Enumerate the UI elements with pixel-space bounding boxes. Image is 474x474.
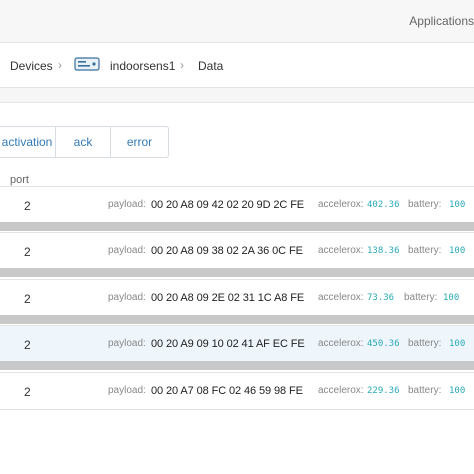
port-column-header: port <box>10 174 29 186</box>
accelerox-value: 138.36 <box>367 246 400 256</box>
breadcrumb-separator: › <box>180 58 184 72</box>
table-row[interactable]: 2 payload: 00 20 A9 09 10 02 41 AF EC FE… <box>0 325 474 363</box>
accelerox-label: accelerox: <box>318 338 364 349</box>
payload-label: payload: <box>108 292 146 303</box>
battery-value: 100 <box>449 339 466 349</box>
payload-value: 00 20 A8 09 2E 02 31 1C A8 FE <box>151 292 305 304</box>
table-row[interactable]: 2 payload: 00 20 A7 08 FC 02 46 59 98 FE… <box>0 372 474 410</box>
payload-label: payload: <box>108 199 146 210</box>
battery-label: battery: <box>408 245 442 256</box>
breadcrumb-data: Data <box>198 59 224 73</box>
payload-label: payload: <box>108 385 146 396</box>
row-separator <box>0 361 474 370</box>
tab-ack[interactable]: ack <box>56 127 111 157</box>
breadcrumb-devices[interactable]: Devices <box>10 59 53 73</box>
battery-value: 100 <box>449 200 466 210</box>
table-row[interactable]: 2 payload: 00 20 A8 09 2E 02 31 1C A8 FE… <box>0 279 474 317</box>
payload-value: 00 20 A8 09 42 02 20 9D 2C FE <box>151 199 305 211</box>
battery-label: battery: <box>408 199 442 210</box>
payload-label: payload: <box>108 245 146 256</box>
port-value: 2 <box>24 338 31 352</box>
breadcrumb-separator: › <box>58 58 62 72</box>
row-separator <box>0 315 474 324</box>
breadcrumb: Devices › indoorsens1 › Data <box>0 43 474 88</box>
payload-value: 00 20 A7 08 FC 02 46 59 98 FE <box>151 385 303 397</box>
port-value: 2 <box>24 245 31 259</box>
battery-label: battery: <box>404 292 438 303</box>
accelerox-label: accelerox: <box>318 199 364 210</box>
battery-label: battery: <box>408 338 442 349</box>
tab-activation[interactable]: activation <box>0 127 56 157</box>
table-row[interactable]: 2 payload: 00 20 A8 09 38 02 2A 36 0C FE… <box>0 232 474 270</box>
device-icon <box>74 57 100 71</box>
accelerox-label: accelerox: <box>318 292 364 303</box>
accelerox-label: accelerox: <box>318 245 364 256</box>
payload-value: 00 20 A8 09 38 02 2A 36 0C FE <box>151 245 303 257</box>
port-value: 2 <box>24 292 31 306</box>
top-nav-bar: Applications <box>0 0 474 43</box>
accelerox-label: accelerox: <box>318 385 364 396</box>
port-value: 2 <box>24 385 31 399</box>
port-value: 2 <box>24 199 31 213</box>
battery-value: 100 <box>449 246 466 256</box>
accelerox-value: 402.36 <box>367 200 400 210</box>
accelerox-value: 73.36 <box>367 293 395 303</box>
table-row[interactable]: 2 payload: 00 20 A8 09 42 02 20 9D 2C FE… <box>0 186 474 224</box>
accelerox-value: 229.36 <box>367 386 400 396</box>
breadcrumb-device[interactable]: indoorsens1 <box>110 59 175 73</box>
accelerox-value: 450.36 <box>367 339 400 349</box>
row-separator <box>0 222 474 231</box>
sub-header-bar <box>0 88 474 103</box>
battery-label: battery: <box>408 385 442 396</box>
battery-value: 100 <box>443 293 460 303</box>
applications-link[interactable]: Applications <box>409 14 474 28</box>
row-separator <box>0 268 474 277</box>
payload-label: payload: <box>108 338 146 349</box>
payload-value: 00 20 A9 09 10 02 41 AF EC FE <box>151 338 305 350</box>
battery-value: 100 <box>449 386 466 396</box>
event-type-tabs: activation ack error <box>0 126 169 158</box>
tab-error[interactable]: error <box>111 127 168 157</box>
